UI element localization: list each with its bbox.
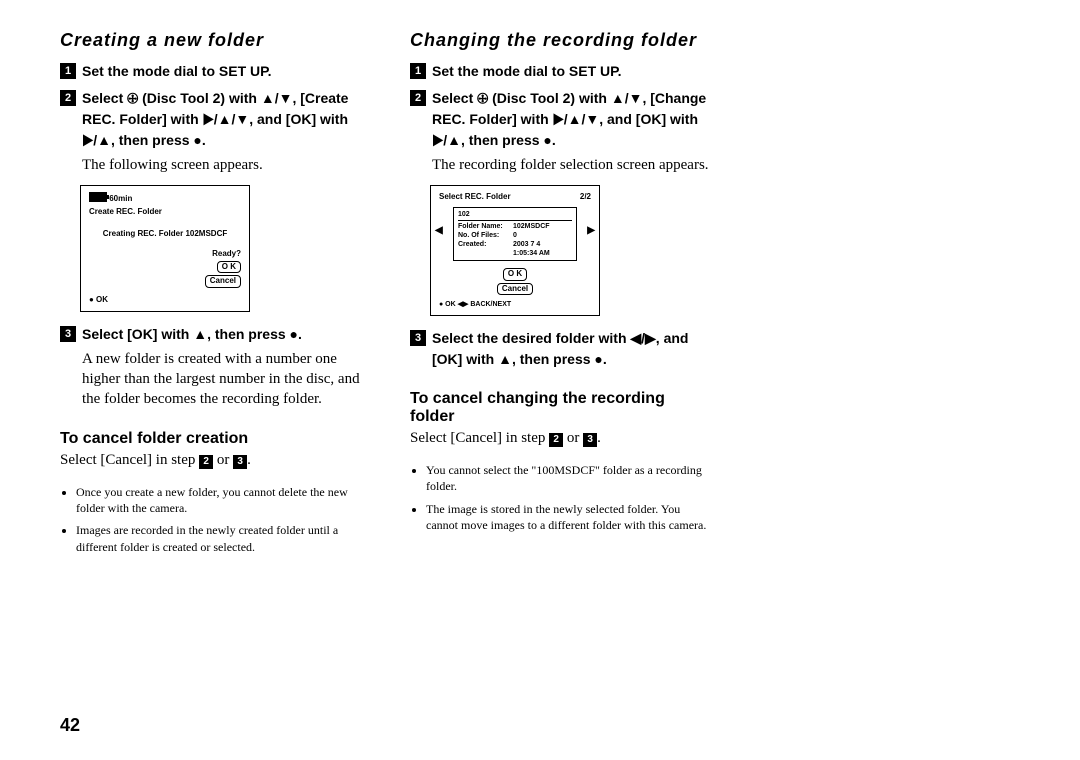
text-selection-screen: The recording folder selection screen ap… bbox=[432, 155, 710, 175]
step-num-3-icon: 3 bbox=[410, 330, 426, 346]
lcd-select-folder: Select REC. Folder 2/2 ◀ ▶ 102 Folder Na… bbox=[430, 185, 600, 316]
text-new-folder-created: A new folder is created with a number on… bbox=[82, 349, 360, 410]
step-3-text: Select [OK] with ▲, then press ●. bbox=[82, 324, 360, 345]
lcd-footer: ● OK bbox=[89, 295, 241, 305]
step-1-text: Set the mode dial to SET UP. bbox=[82, 61, 360, 82]
lcd2-databox: 102 Folder Name:102MSDCF No. Of Files:0 … bbox=[453, 207, 577, 261]
heading-changing: Changing the recording folder bbox=[410, 30, 710, 51]
subheading-cancel-creation: To cancel folder creation bbox=[60, 430, 360, 448]
step-ref-2-icon: 2 bbox=[199, 455, 213, 469]
lcd2-footer: ● OK ◀▶ BACK/NEXT bbox=[439, 300, 591, 309]
cancel-creation-text: Select [Cancel] in step 2 or 3. bbox=[60, 450, 360, 470]
step-num-2-icon: 2 bbox=[410, 90, 426, 106]
lcd-ok-button: O K bbox=[217, 261, 241, 273]
folder-number: 102 bbox=[458, 210, 572, 221]
note-1: Once you create a new folder, you cannot… bbox=[76, 484, 360, 516]
step-2-r-text: Select 🕀 (Disc Tool 2) with ▲/▼, [Change… bbox=[432, 88, 710, 151]
step-3: 3 Select [OK] with ▲, then press ●. bbox=[60, 324, 360, 345]
arrow-left-icon: ◀ bbox=[435, 224, 443, 237]
note-r2: The image is stored in the newly selecte… bbox=[426, 501, 710, 533]
lcd-create-folder: 60min Create REC. Folder Creating REC. F… bbox=[80, 185, 250, 312]
step-ref-3-icon: 3 bbox=[583, 433, 597, 447]
arrow-right-icon: ▶ bbox=[587, 224, 595, 237]
lcd2-title: Select REC. Folder bbox=[439, 192, 511, 202]
step-3-r: 3 Select the desired folder with ◀/▶, an… bbox=[410, 328, 710, 370]
step-1-r-text: Set the mode dial to SET UP. bbox=[432, 61, 710, 82]
subheading-cancel-changing: To cancel changing the recording folder bbox=[410, 390, 710, 426]
lcd2-ok-button: O K bbox=[503, 268, 527, 280]
notes-left: Once you create a new folder, you cannot… bbox=[60, 484, 360, 555]
step-num-3-icon: 3 bbox=[60, 326, 76, 342]
page-number: 42 bbox=[60, 715, 80, 736]
notes-right: You cannot select the "100MSDCF" folder … bbox=[410, 462, 710, 533]
battery-icon bbox=[89, 192, 107, 202]
text-following-screen: The following screen appears. bbox=[82, 155, 360, 175]
step-num-2-icon: 2 bbox=[60, 90, 76, 106]
battery-time: 60min bbox=[109, 194, 132, 203]
note-r1: You cannot select the "100MSDCF" folder … bbox=[426, 462, 710, 494]
step-num-1-icon: 1 bbox=[410, 63, 426, 79]
step-1: 1 Set the mode dial to SET UP. bbox=[60, 61, 360, 82]
step-2-r: 2 Select 🕀 (Disc Tool 2) with ▲/▼, [Chan… bbox=[410, 88, 710, 151]
step-ref-2-icon: 2 bbox=[549, 433, 563, 447]
step-2-text: Select 🕀 (Disc Tool 2) with ▲/▼, [Create… bbox=[82, 88, 360, 151]
step-ref-3-icon: 3 bbox=[233, 455, 247, 469]
column-creating-new-folder: Creating a new folder 1 Set the mode dia… bbox=[60, 30, 360, 567]
lcd-line1: Creating REC. Folder 102MSDCF bbox=[89, 229, 241, 239]
lcd2-cancel-button: Cancel bbox=[497, 283, 533, 295]
note-2: Images are recorded in the newly created… bbox=[76, 522, 360, 554]
lcd-ready: Ready? bbox=[89, 249, 241, 259]
step-num-1-icon: 1 bbox=[60, 63, 76, 79]
heading-creating: Creating a new folder bbox=[60, 30, 360, 51]
step-2: 2 Select 🕀 (Disc Tool 2) with ▲/▼, [Crea… bbox=[60, 88, 360, 151]
lcd2-page: 2/2 bbox=[580, 192, 591, 202]
column-changing-recording-folder: Changing the recording folder 1 Set the … bbox=[410, 30, 710, 567]
step-1-r: 1 Set the mode dial to SET UP. bbox=[410, 61, 710, 82]
lcd-cancel-button: Cancel bbox=[205, 275, 241, 287]
step-3-r-text: Select the desired folder with ◀/▶, and … bbox=[432, 328, 710, 370]
cancel-changing-text: Select [Cancel] in step 2 or 3. bbox=[410, 428, 710, 448]
lcd-title: Create REC. Folder bbox=[89, 207, 241, 217]
